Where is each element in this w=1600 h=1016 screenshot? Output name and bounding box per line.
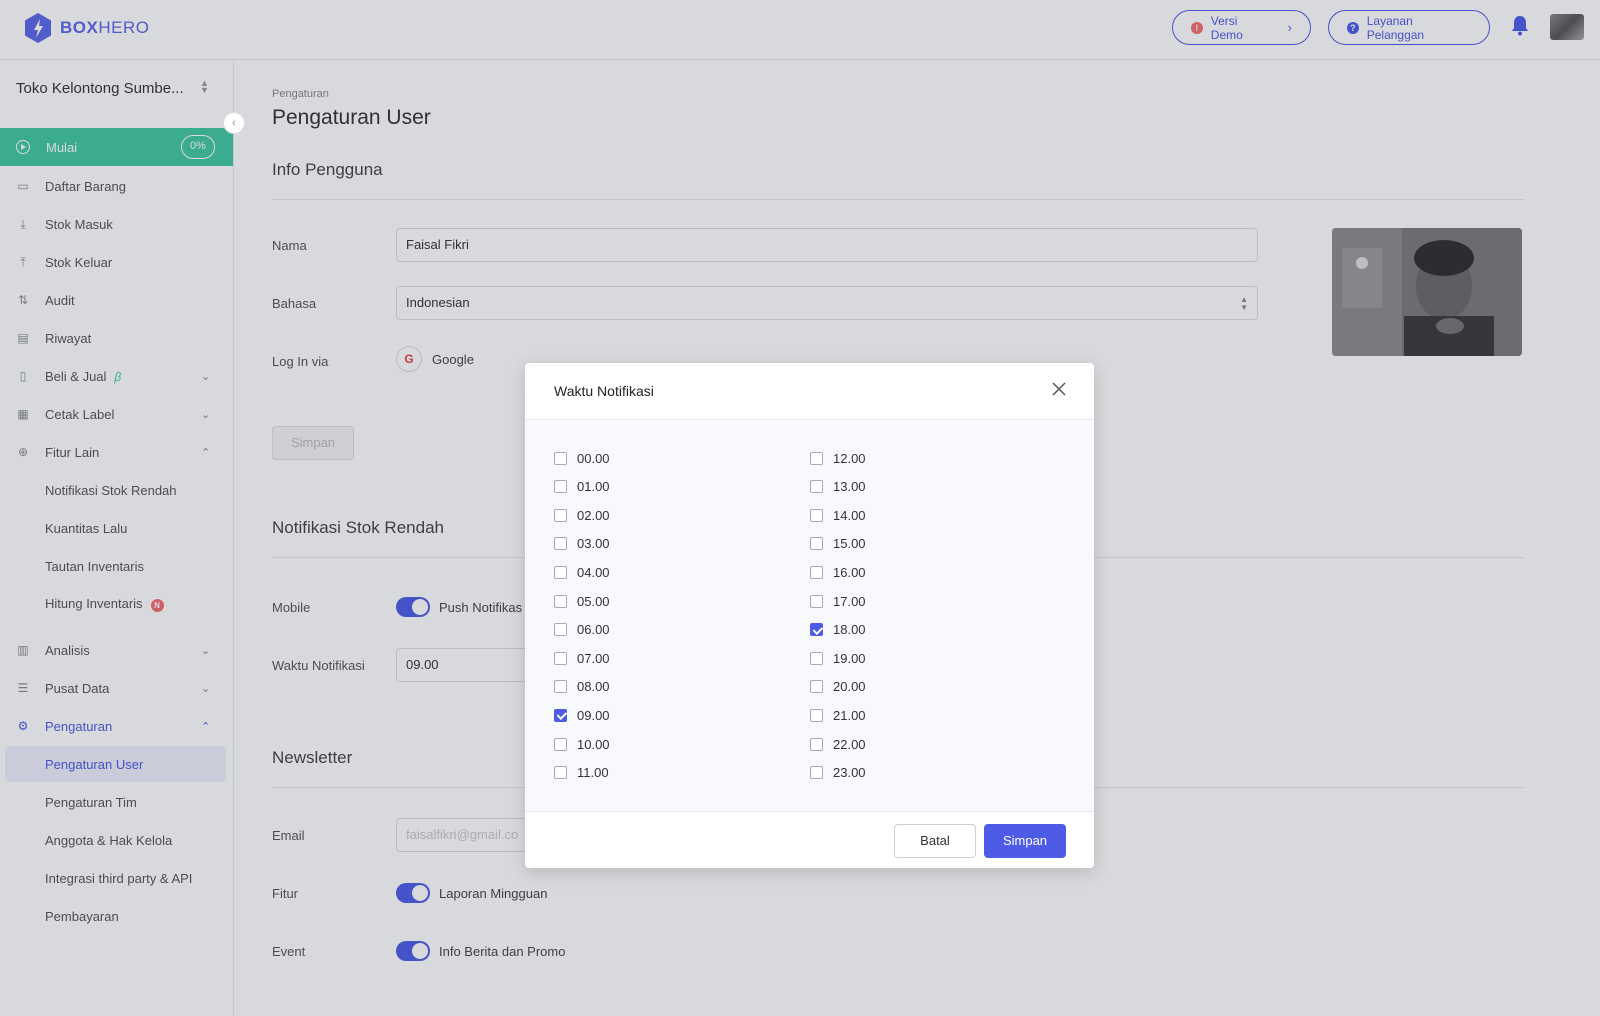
hour-option[interactable]: 15.00 <box>810 534 866 554</box>
modal-header: Waktu Notifikasi <box>525 363 1094 420</box>
hour-label: 19.00 <box>833 650 866 666</box>
hour-option[interactable]: 23.00 <box>810 763 866 783</box>
hour-option[interactable]: 22.00 <box>810 734 866 754</box>
modal-footer: Batal Simpan <box>525 811 1094 868</box>
hour-option[interactable]: 09.00 <box>554 705 610 725</box>
hour-option[interactable]: 03.00 <box>554 534 610 554</box>
hour-label: 21.00 <box>833 707 866 723</box>
hour-label: 07.00 <box>577 650 610 666</box>
chevron-left-icon: ‹ <box>232 117 236 129</box>
hour-option[interactable]: 12.00 <box>810 448 866 468</box>
hour-label: 20.00 <box>833 679 866 695</box>
hour-option[interactable]: 02.00 <box>554 505 610 525</box>
hour-checkbox[interactable] <box>554 623 567 637</box>
modal-title: Waktu Notifikasi <box>554 383 654 399</box>
hour-checkbox[interactable] <box>810 451 823 465</box>
hour-checkbox[interactable] <box>810 565 823 579</box>
hour-option[interactable]: 21.00 <box>810 705 866 725</box>
hour-label: 00.00 <box>577 450 610 466</box>
hour-label: 12.00 <box>833 450 866 466</box>
save-button[interactable]: Simpan <box>984 824 1066 858</box>
modal-body: 00.00 01.00 02.00 03.00 04.00 05.00 06.00 07.00… <box>525 420 1094 811</box>
hour-checkbox[interactable] <box>554 565 567 579</box>
hour-checkbox[interactable] <box>810 651 823 665</box>
hour-label: 03.00 <box>577 536 610 552</box>
hour-option[interactable]: 18.00 <box>810 620 866 640</box>
hour-checkbox[interactable] <box>554 766 567 780</box>
hour-checkbox[interactable] <box>810 680 823 694</box>
hour-option[interactable]: 20.00 <box>810 677 866 697</box>
notification-time-modal: Waktu Notifikasi 00.00 01.00 02.00 03.00 04.… <box>525 363 1094 868</box>
hour-checkbox[interactable] <box>810 537 823 551</box>
cancel-button[interactable]: Batal <box>894 824 976 858</box>
hour-label: 06.00 <box>577 622 610 638</box>
hour-checkbox[interactable] <box>554 708 567 722</box>
hour-label: 18.00 <box>833 622 866 638</box>
hour-option[interactable]: 01.00 <box>554 477 610 497</box>
hour-option[interactable]: 13.00 <box>810 477 866 497</box>
hour-label: 04.00 <box>577 564 610 580</box>
hour-checkbox[interactable] <box>810 508 823 522</box>
hour-option[interactable]: 08.00 <box>554 677 610 697</box>
hour-option[interactable]: 19.00 <box>810 648 866 668</box>
hour-option[interactable]: 10.00 <box>554 734 610 754</box>
hour-checkbox[interactable] <box>810 708 823 722</box>
hour-checkbox[interactable] <box>810 594 823 608</box>
hour-label: 09.00 <box>577 707 610 723</box>
hour-option[interactable]: 17.00 <box>810 591 866 611</box>
hour-checkbox[interactable] <box>810 766 823 780</box>
hour-option[interactable]: 16.00 <box>810 562 866 582</box>
hour-option[interactable]: 11.00 <box>554 763 609 783</box>
hour-checkbox[interactable] <box>554 737 567 751</box>
hour-option[interactable]: 07.00 <box>554 648 610 668</box>
hour-option[interactable]: 14.00 <box>810 505 866 525</box>
hour-label: 13.00 <box>833 479 866 495</box>
sidebar-collapse-button[interactable]: ‹ <box>223 112 245 134</box>
hour-option[interactable]: 04.00 <box>554 562 610 582</box>
hour-checkbox[interactable] <box>554 508 567 522</box>
hour-checkbox[interactable] <box>554 680 567 694</box>
hour-label: 17.00 <box>833 593 866 609</box>
hour-option[interactable]: 06.00 <box>554 620 610 640</box>
hour-checkbox[interactable] <box>554 537 567 551</box>
hour-option[interactable]: 00.00 <box>554 448 610 468</box>
hour-label: 05.00 <box>577 593 610 609</box>
hour-checkbox[interactable] <box>810 737 823 751</box>
hour-label: 08.00 <box>577 679 610 695</box>
hour-checkbox[interactable] <box>554 451 567 465</box>
hour-label: 01.00 <box>577 479 610 495</box>
close-icon[interactable] <box>1049 379 1069 399</box>
hour-label: 10.00 <box>577 736 610 752</box>
hour-checkbox[interactable] <box>810 623 823 637</box>
hour-label: 22.00 <box>833 736 866 752</box>
hour-checkbox[interactable] <box>810 480 823 494</box>
hour-label: 23.00 <box>833 765 866 781</box>
hour-label: 11.00 <box>577 765 609 781</box>
hour-label: 16.00 <box>833 564 866 580</box>
hour-label: 14.00 <box>833 507 866 523</box>
hour-checkbox[interactable] <box>554 594 567 608</box>
hour-label: 02.00 <box>577 507 610 523</box>
hour-checkbox[interactable] <box>554 651 567 665</box>
hour-checkbox[interactable] <box>554 480 567 494</box>
hour-option[interactable]: 05.00 <box>554 591 610 611</box>
hour-label: 15.00 <box>833 536 866 552</box>
